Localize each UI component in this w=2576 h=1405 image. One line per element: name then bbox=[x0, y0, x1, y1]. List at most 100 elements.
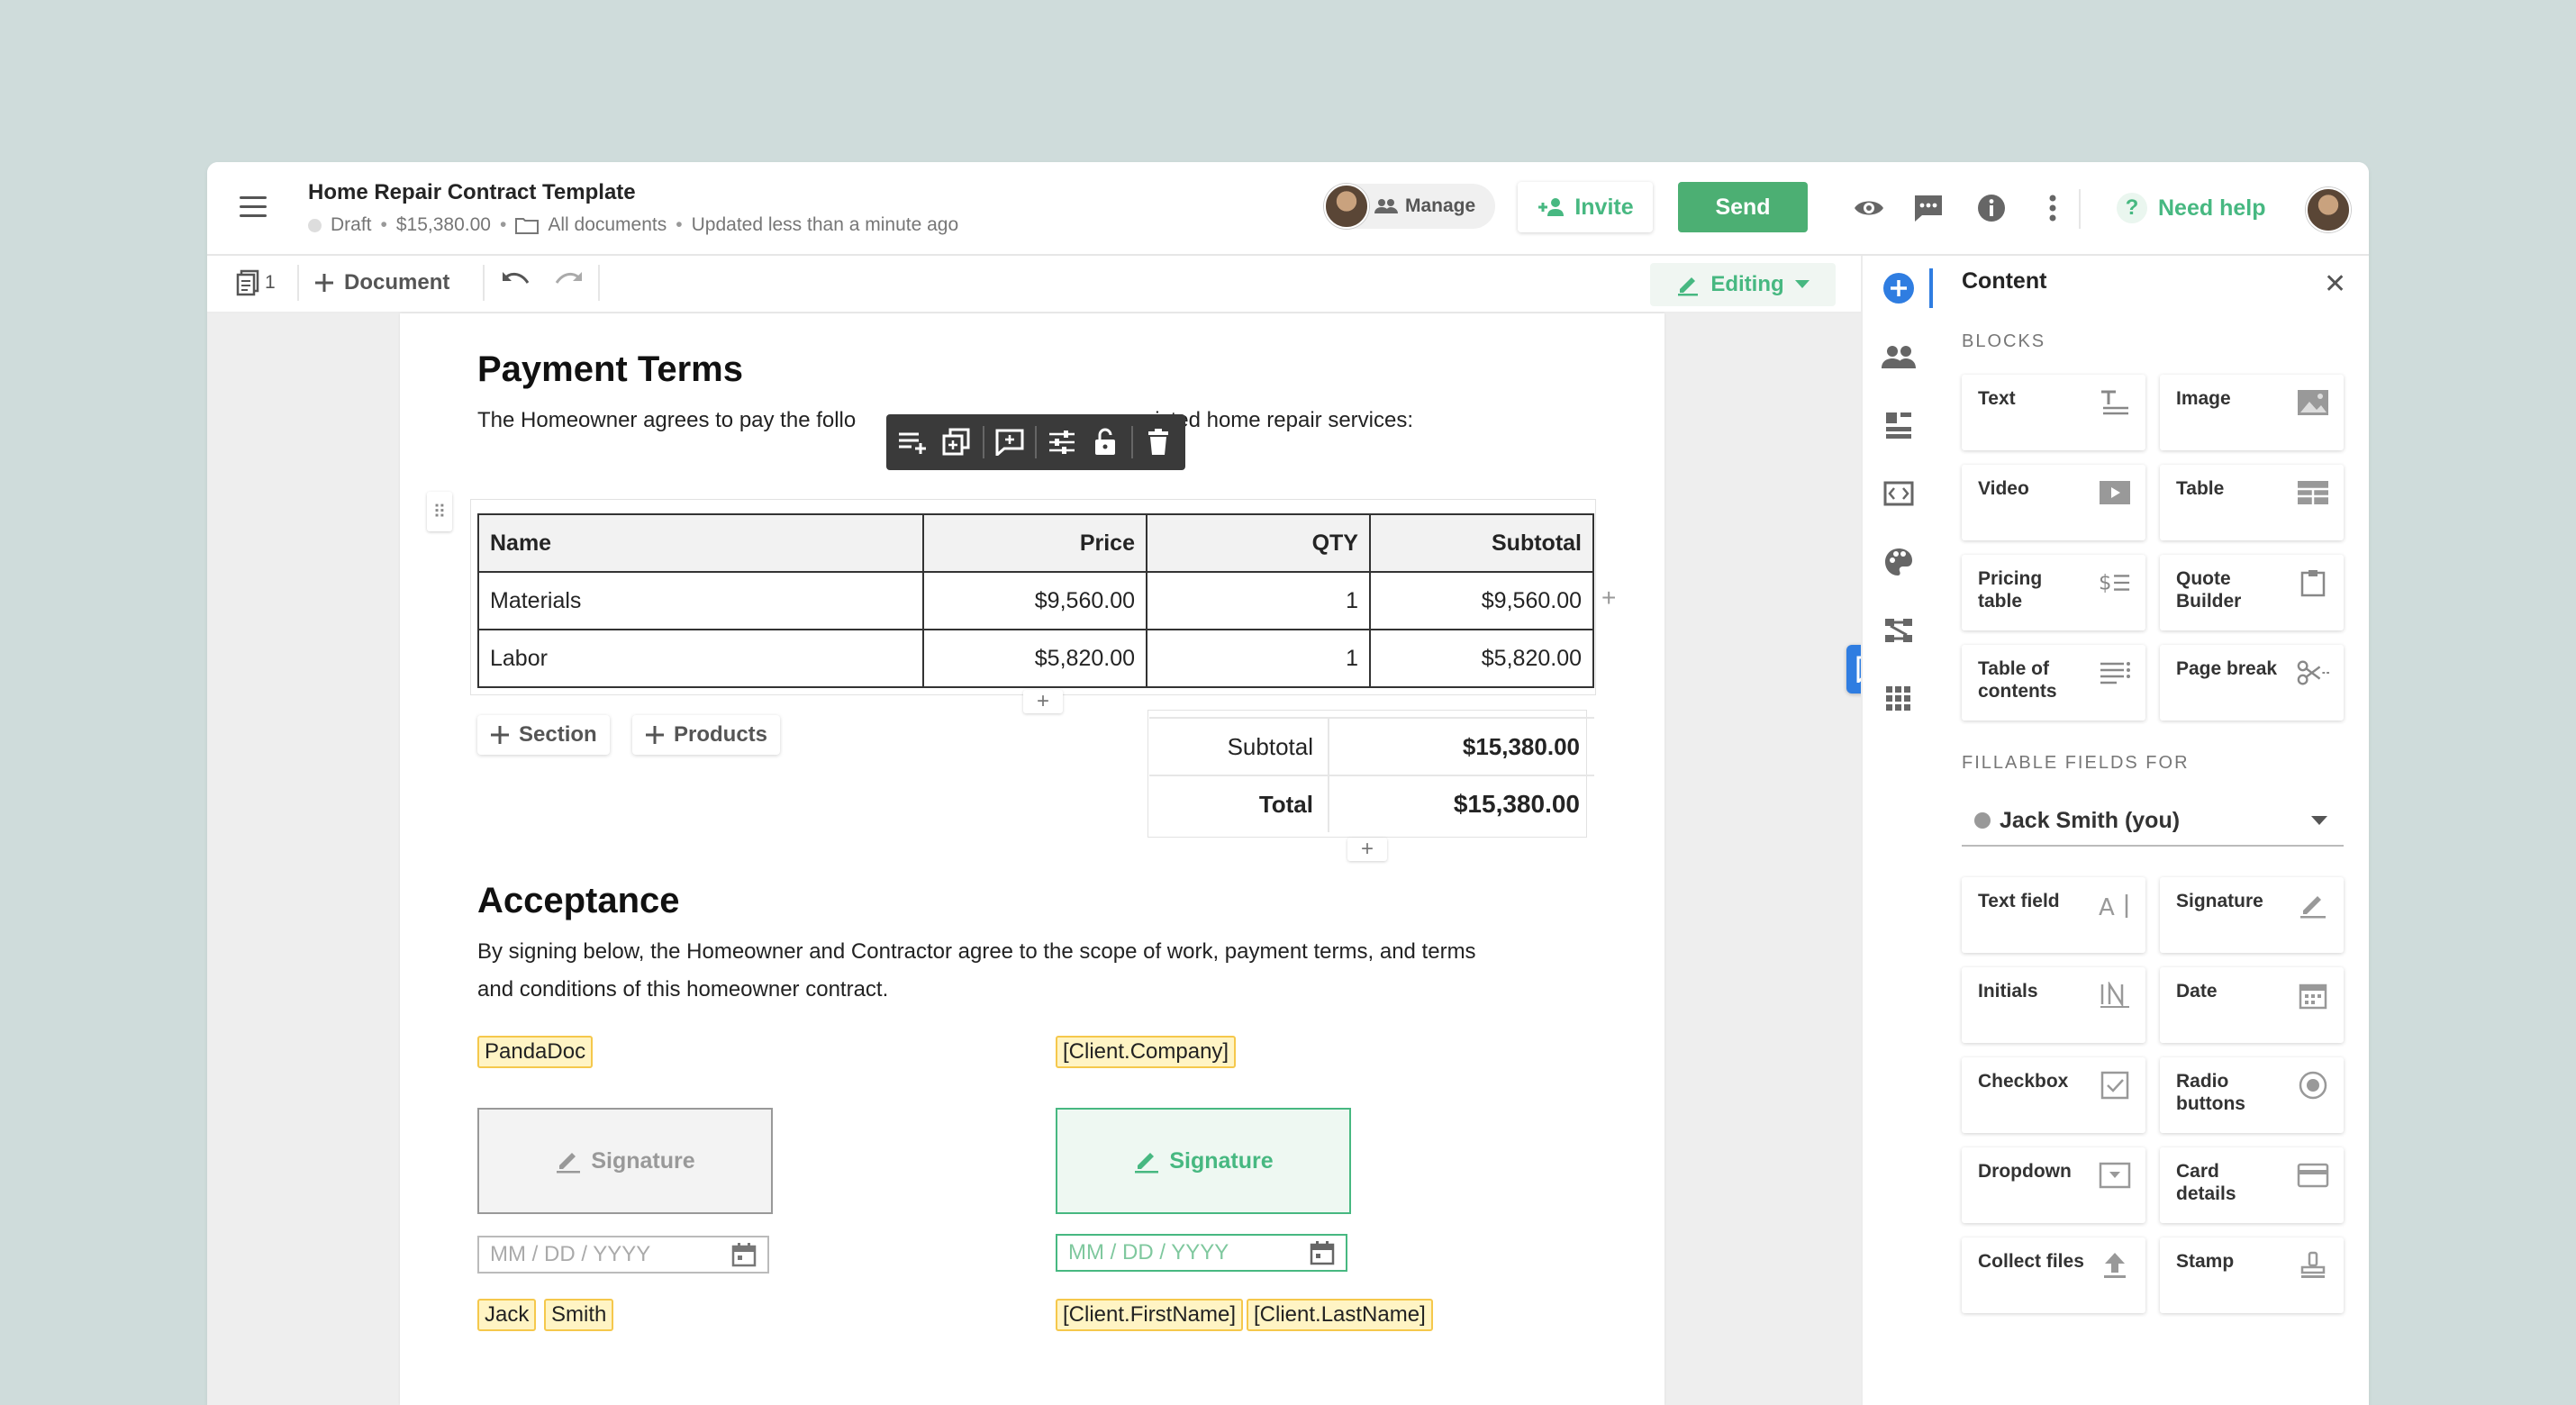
client-date-field[interactable]: MM / DD / YYYY bbox=[1056, 1234, 1347, 1272]
unlock-icon[interactable] bbox=[1087, 424, 1123, 460]
folder-link[interactable]: All documents bbox=[548, 214, 667, 236]
more-options-icon[interactable] bbox=[2036, 191, 2070, 225]
field-checkbox[interactable]: Checkbox bbox=[1962, 1057, 2145, 1133]
undo-icon[interactable] bbox=[501, 268, 531, 295]
field-radio-buttons[interactable]: Radio buttons bbox=[2160, 1057, 2344, 1133]
add-comment-icon[interactable] bbox=[992, 424, 1028, 460]
add-content-icon[interactable] bbox=[1879, 268, 1918, 308]
duplicate-icon[interactable] bbox=[939, 424, 975, 460]
block-format-toolbar bbox=[886, 414, 1185, 470]
document-page: Payment Terms The Homeowner agrees to pa… bbox=[400, 313, 1664, 1405]
user-avatar[interactable] bbox=[2306, 187, 2351, 232]
date-icon bbox=[2297, 980, 2329, 1011]
sender-last-name-field[interactable]: Smith bbox=[544, 1299, 614, 1331]
add-products-button[interactable]: Products bbox=[632, 715, 781, 755]
sender-company-field[interactable]: PandaDoc bbox=[477, 1036, 594, 1068]
manage-button[interactable]: Manage bbox=[1324, 184, 1495, 229]
add-section-button[interactable]: Section bbox=[477, 715, 610, 755]
side-rail bbox=[1861, 256, 1937, 1405]
table-cell[interactable]: Labor bbox=[477, 629, 924, 688]
table-cell[interactable]: $5,820.00 bbox=[1369, 629, 1594, 688]
table-cell[interactable]: $9,560.00 bbox=[922, 571, 1147, 630]
field-text[interactable]: Text field A bbox=[1962, 877, 2145, 953]
table-row: Labor $5,820.00 1 $5,820.00 bbox=[477, 629, 1594, 688]
table-cell[interactable]: Materials bbox=[477, 571, 924, 630]
column-header-subtotal[interactable]: Subtotal bbox=[1369, 513, 1594, 573]
need-help-button[interactable]: ? Need help bbox=[2117, 184, 2265, 232]
settings-sliders-icon[interactable] bbox=[1044, 424, 1080, 460]
dropdown-icon bbox=[2099, 1160, 2131, 1191]
apps-grid-icon[interactable] bbox=[1879, 679, 1918, 719]
block-table-of-contents[interactable]: Table of contents bbox=[1962, 645, 2145, 721]
column-header-qty[interactable]: QTY bbox=[1146, 513, 1371, 573]
block-table[interactable]: Table bbox=[2160, 465, 2344, 540]
column-header-name[interactable]: Name bbox=[477, 513, 924, 573]
block-page-break[interactable]: Page break bbox=[2160, 645, 2344, 721]
block-video[interactable]: Video bbox=[1962, 465, 2145, 540]
block-quote-builder[interactable]: Quote Builder bbox=[2160, 555, 2344, 630]
document-title[interactable]: Home Repair Contract Template bbox=[308, 180, 636, 205]
add-document-button[interactable]: Document bbox=[313, 263, 449, 303]
calendar-icon bbox=[1310, 1241, 1335, 1265]
plus-icon bbox=[315, 274, 333, 292]
menu-icon[interactable] bbox=[240, 196, 267, 218]
recipient-dropdown[interactable]: Jack Smith (you) bbox=[1962, 796, 2344, 847]
svg-text:$: $ bbox=[2099, 572, 2111, 595]
pricing-table[interactable]: Name Price QTY Subtotal Materials $9,560… bbox=[477, 513, 1594, 688]
invite-button[interactable]: Invite bbox=[1518, 182, 1653, 232]
send-button[interactable]: Send bbox=[1678, 182, 1808, 232]
page-count-button[interactable]: 1 bbox=[236, 267, 276, 299]
info-icon[interactable] bbox=[1974, 191, 2009, 225]
add-column-icon[interactable]: + bbox=[1601, 584, 1616, 612]
sender-date-field[interactable]: MM / DD / YYYY bbox=[477, 1236, 769, 1274]
column-header-price[interactable]: Price bbox=[922, 513, 1147, 573]
invite-label: Invite bbox=[1574, 194, 1634, 220]
blocks-heading: BLOCKS bbox=[1962, 331, 2046, 351]
recipients-icon[interactable] bbox=[1879, 337, 1918, 376]
field-initials[interactable]: Initials bbox=[1962, 967, 2145, 1043]
field-label: Dropdown bbox=[1978, 1161, 2072, 1182]
acceptance-heading[interactable]: Acceptance bbox=[477, 881, 680, 921]
layout-blocks-icon[interactable] bbox=[1879, 405, 1918, 445]
close-icon[interactable]: ✕ bbox=[2324, 268, 2346, 300]
workflow-icon[interactable] bbox=[1879, 611, 1918, 650]
block-pricing-table[interactable]: Pricing table $ bbox=[1962, 555, 2145, 630]
sender-first-name-field[interactable]: Jack bbox=[477, 1299, 537, 1331]
embed-icon[interactable] bbox=[1879, 474, 1918, 513]
avatar bbox=[1324, 184, 1369, 229]
table-cell[interactable]: $5,820.00 bbox=[922, 629, 1147, 688]
block-text[interactable]: Text bbox=[1962, 375, 2145, 450]
field-stamp[interactable]: Stamp bbox=[2160, 1237, 2344, 1313]
client-signature-field[interactable]: Signature bbox=[1056, 1108, 1351, 1214]
field-signature[interactable]: Signature bbox=[2160, 877, 2344, 953]
acceptance-text[interactable]: By signing below, the Homeowner and Cont… bbox=[477, 933, 1476, 1009]
delete-icon[interactable] bbox=[1140, 424, 1176, 460]
client-company-field[interactable]: [Client.Company] bbox=[1056, 1036, 1237, 1068]
table-cell[interactable]: $9,560.00 bbox=[1369, 571, 1594, 630]
payment-terms-heading[interactable]: Payment Terms bbox=[477, 349, 743, 390]
table-cell[interactable]: 1 bbox=[1146, 629, 1371, 688]
add-row-button[interactable]: + bbox=[1023, 689, 1063, 713]
redo-icon[interactable] bbox=[553, 268, 584, 295]
client-last-name-field[interactable]: [Client.LastName] bbox=[1247, 1299, 1433, 1331]
table-cell[interactable]: 1 bbox=[1146, 571, 1371, 630]
field-label: Date bbox=[2176, 981, 2218, 1002]
add-summary-row-button[interactable]: + bbox=[1347, 837, 1387, 861]
preview-eye-icon[interactable] bbox=[1852, 191, 1886, 225]
field-dropdown[interactable]: Dropdown bbox=[1962, 1147, 2145, 1223]
help-icon: ? bbox=[2117, 193, 2147, 223]
pricing-summary[interactable]: Subtotal $15,380.00 Total $15,380.00 bbox=[1149, 717, 1594, 832]
field-date[interactable]: Date bbox=[2160, 967, 2344, 1043]
field-collect-files[interactable]: Collect files bbox=[1962, 1237, 2145, 1313]
editing-mode-dropdown[interactable]: Editing bbox=[1650, 263, 1836, 306]
summary-row: Subtotal $15,380.00 bbox=[1149, 717, 1594, 775]
card-icon bbox=[2297, 1160, 2329, 1191]
drag-handle-icon[interactable]: ⠿ bbox=[427, 492, 452, 531]
comments-icon[interactable] bbox=[1911, 191, 1946, 225]
palette-icon[interactable] bbox=[1879, 542, 1918, 582]
sender-signature-field[interactable]: Signature bbox=[477, 1108, 773, 1214]
client-first-name-field[interactable]: [Client.FirstName] bbox=[1056, 1299, 1244, 1331]
field-card-details[interactable]: Card details bbox=[2160, 1147, 2344, 1223]
block-image[interactable]: Image bbox=[2160, 375, 2344, 450]
add-row-icon[interactable] bbox=[895, 424, 931, 460]
